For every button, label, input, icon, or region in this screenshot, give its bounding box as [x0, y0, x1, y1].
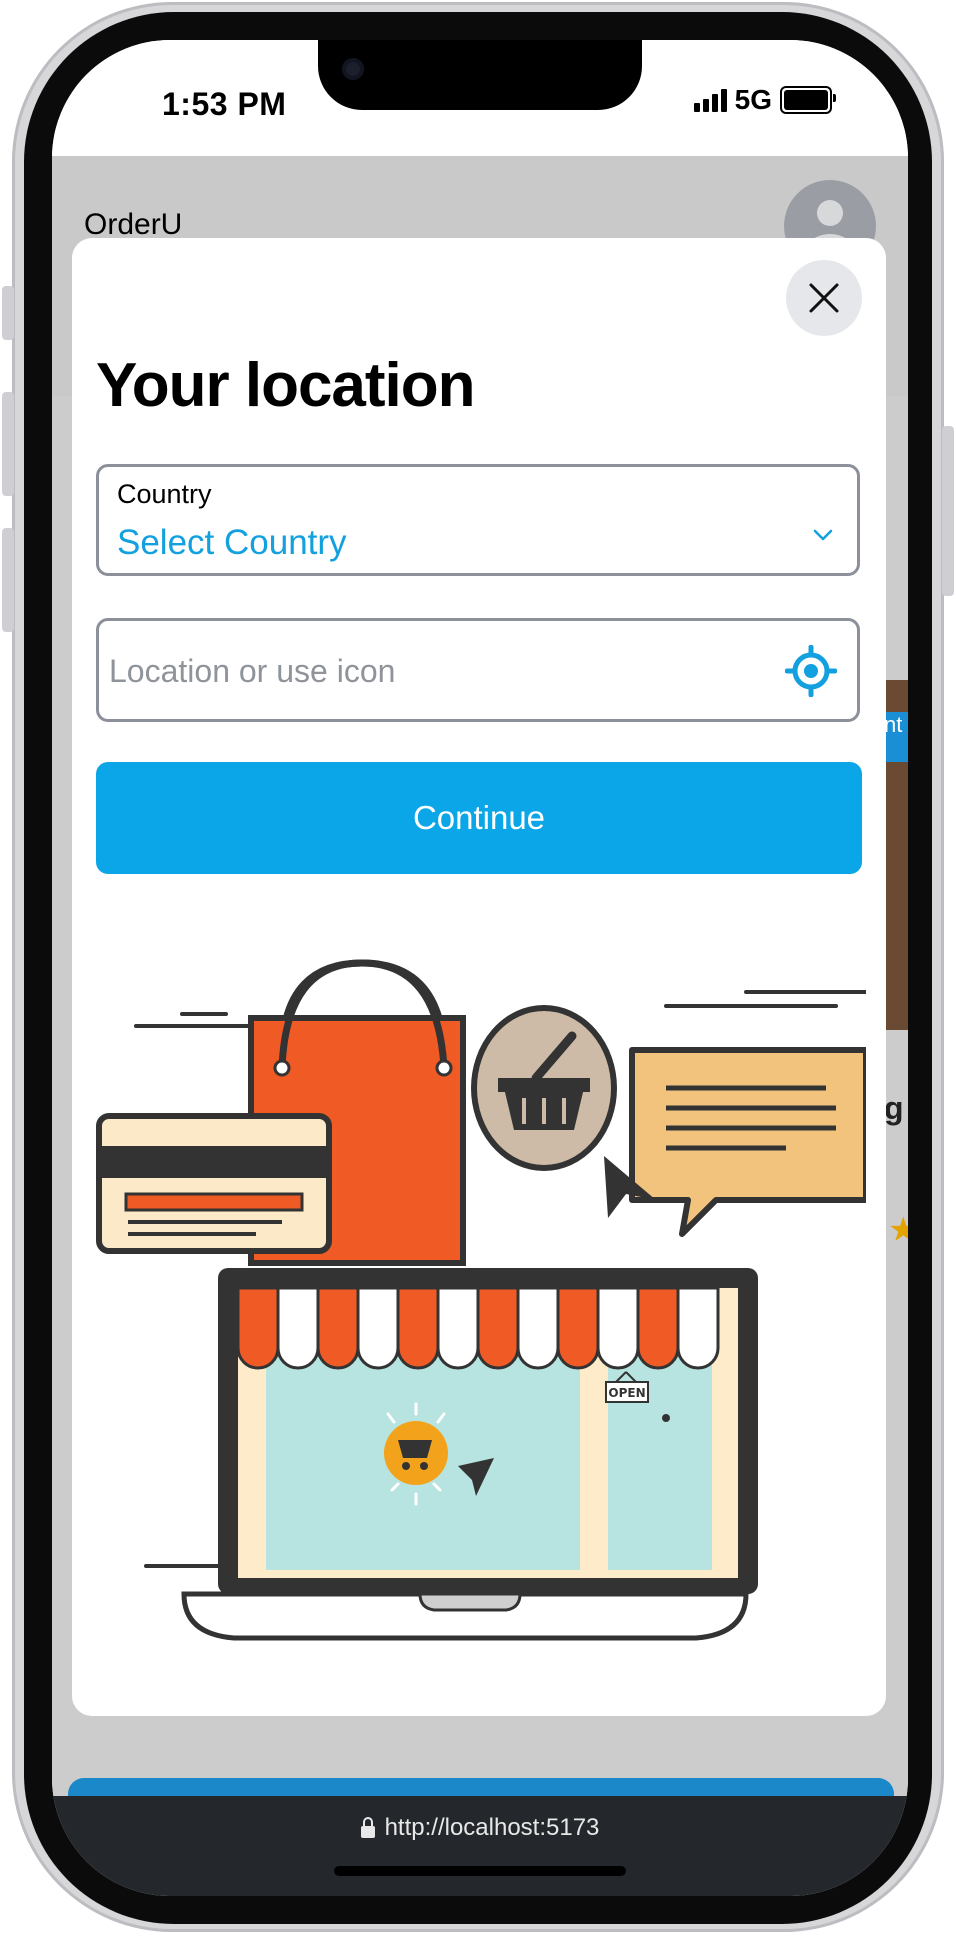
home-indicator[interactable] [334, 1866, 626, 1876]
signal-icon [693, 88, 727, 112]
continue-button[interactable]: Continue [96, 762, 862, 874]
close-icon [809, 283, 839, 313]
star-icon: ★ [888, 1211, 908, 1240]
country-value: Select Country [117, 523, 347, 562]
close-button[interactable] [786, 260, 862, 336]
lock-icon [360, 1817, 375, 1838]
notch [318, 40, 642, 110]
location-input[interactable] [107, 639, 771, 703]
status-right: 5G [693, 84, 836, 116]
volume-up-button [2, 392, 14, 496]
card-badge-text: nt [884, 712, 903, 737]
network-type: 5G [734, 84, 772, 115]
front-camera [342, 58, 364, 80]
device-screen: OrderU nt g ★ 1:53 PM 5G Your location C… [52, 40, 908, 1896]
locate-icon[interactable] [785, 645, 837, 697]
url-text: http://localhost:5173 [384, 1814, 600, 1841]
url-bar[interactable]: http://localhost:5173 [52, 1814, 908, 1842]
card-title-peek: g [884, 1090, 904, 1126]
location-modal: Your location Country Select Country Con… [72, 238, 886, 1716]
volume-down-button [2, 528, 14, 632]
modal-title: Your location [96, 351, 476, 420]
country-label: Country [117, 479, 212, 509]
card-badge: nt [884, 712, 908, 762]
chevron-down-icon [813, 529, 833, 541]
battery-icon [780, 86, 836, 114]
open-sign-text: OPEN [608, 1386, 645, 1400]
online-shop-illustration: OPEN [96, 959, 866, 1641]
browser-bar [52, 1796, 908, 1896]
country-select[interactable]: Country Select Country [96, 464, 860, 576]
app-title: OrderU [84, 208, 183, 241]
power-button [942, 426, 954, 596]
mute-switch [2, 286, 14, 340]
status-time: 1:53 PM [162, 86, 287, 122]
location-field [96, 618, 860, 722]
